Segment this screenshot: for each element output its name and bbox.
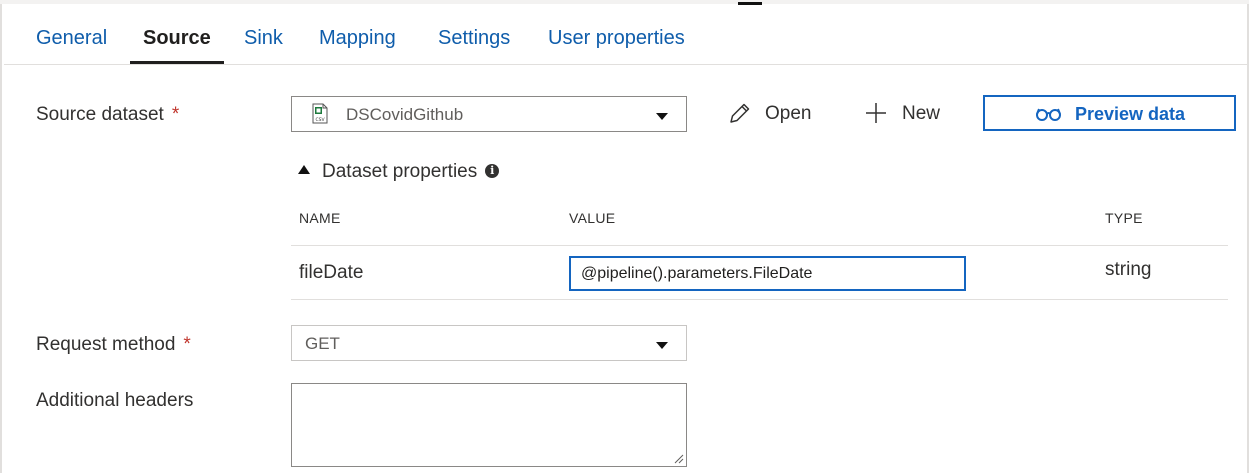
collapse-triangle-icon — [298, 165, 310, 174]
open-label: Open — [765, 103, 812, 124]
column-header-name: NAME — [299, 210, 341, 226]
required-marker: * — [171, 104, 180, 125]
additional-headers-textarea[interactable] — [291, 383, 687, 467]
tab-mapping[interactable]: Mapping — [306, 22, 409, 64]
source-dataset-select[interactable]: CSV DSCovidGithub — [291, 96, 687, 132]
tab-settings[interactable]: Settings — [425, 22, 523, 64]
source-dataset-value: DSCovidGithub — [346, 105, 464, 124]
additional-headers-label: Additional headers — [36, 390, 194, 411]
request-method-label: Request method * — [36, 334, 191, 356]
chevron-down-icon — [656, 342, 668, 349]
dataset-properties-toggle[interactable]: Dataset properties i — [298, 161, 500, 183]
svg-text:CSV: CSV — [315, 117, 325, 123]
table-header-divider — [291, 245, 1228, 246]
tab-divider — [4, 64, 1247, 65]
pencil-icon — [730, 103, 750, 123]
request-method-select[interactable]: GET — [291, 325, 687, 361]
new-label: New — [902, 103, 941, 124]
top-rule — [0, 0, 1249, 4]
splitter-handle[interactable] — [738, 2, 762, 5]
required-marker: * — [183, 334, 191, 355]
resize-grip-icon[interactable] — [674, 454, 684, 464]
preview-data-button[interactable]: Preview data — [983, 95, 1236, 131]
dataset-properties-title: Dataset properties — [322, 161, 478, 182]
glasses-icon — [1036, 108, 1061, 121]
column-header-value: VALUE — [569, 210, 616, 226]
tab-general[interactable]: General — [23, 22, 120, 64]
csv-file-icon: CSV — [312, 103, 328, 124]
tab-source[interactable]: Source — [130, 22, 224, 64]
column-header-type: TYPE — [1105, 210, 1143, 226]
property-type-cell: string — [1105, 259, 1152, 280]
tab-user-properties[interactable]: User properties — [535, 22, 698, 64]
plus-icon — [866, 103, 886, 123]
source-dataset-label-text: Source dataset — [36, 104, 164, 125]
preview-data-label: Preview data — [1075, 104, 1186, 124]
chevron-down-icon — [656, 113, 668, 120]
request-method-label-text: Request method — [36, 334, 176, 355]
info-icon[interactable]: i — [485, 164, 500, 178]
left-border — [0, 0, 2, 473]
property-value-input[interactable] — [569, 256, 966, 291]
property-name-cell: fileDate — [299, 262, 364, 283]
request-method-value: GET — [305, 334, 340, 353]
tab-sink[interactable]: Sink — [231, 22, 296, 64]
table-row-divider — [291, 299, 1228, 300]
source-dataset-label: Source dataset * — [36, 104, 179, 126]
